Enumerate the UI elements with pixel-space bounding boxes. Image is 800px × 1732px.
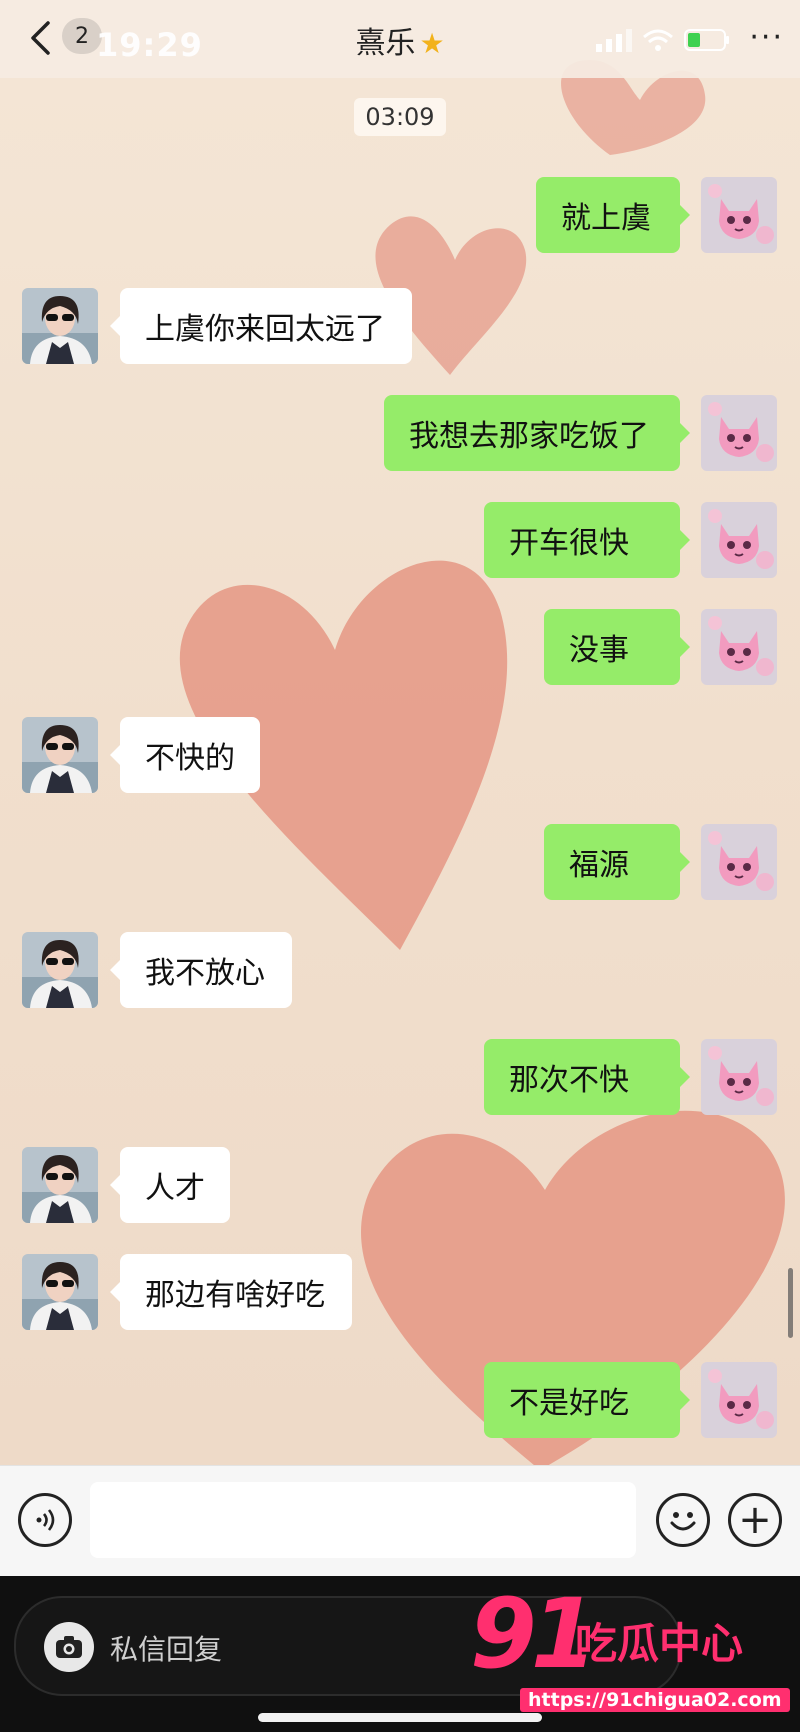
sent-message: 我想去那家吃饭了 xyxy=(0,395,800,471)
user-avatar-cat xyxy=(701,824,777,900)
status-icons xyxy=(594,28,730,52)
camera-button[interactable] xyxy=(44,1622,94,1672)
watermark-logo-text: 吃瓜中心 xyxy=(575,1619,744,1668)
message-bubble[interactable]: 福源 xyxy=(544,824,690,900)
smile-icon xyxy=(670,1512,696,1531)
sent-message: 没事 xyxy=(0,609,800,685)
message-bubble[interactable]: 开车很快 xyxy=(484,502,690,578)
battery-icon xyxy=(684,29,729,51)
signal-icon xyxy=(596,29,632,52)
message-bubble[interactable]: 那次不快 xyxy=(484,1039,690,1115)
chat-header: 2 19:29 熹乐 ★ ··· xyxy=(0,0,800,78)
my-avatar[interactable] xyxy=(701,824,777,900)
received-message: 上虞你来回太远了 xyxy=(0,288,800,364)
contact-avatar[interactable] xyxy=(22,932,98,1008)
sent-message: 开车很快 xyxy=(0,502,800,578)
contact-avatar[interactable] xyxy=(22,717,98,793)
my-avatar[interactable] xyxy=(701,502,777,578)
my-avatar[interactable] xyxy=(701,609,777,685)
user-avatar-cat xyxy=(701,502,777,578)
user-avatar-cat xyxy=(701,395,777,471)
contact-avatar-photo xyxy=(22,1254,98,1330)
my-avatar[interactable] xyxy=(701,1039,777,1115)
my-avatar[interactable] xyxy=(701,1362,777,1438)
wifi-icon xyxy=(643,29,673,51)
contact-avatar-photo xyxy=(22,288,98,364)
more-options-button[interactable]: ··· xyxy=(749,20,784,55)
plus-button[interactable]: + xyxy=(728,1493,782,1547)
voice-button[interactable] xyxy=(18,1493,72,1547)
contact-avatar[interactable] xyxy=(22,1147,98,1223)
contact-avatar[interactable] xyxy=(22,288,98,364)
contact-avatar-photo xyxy=(22,932,98,1008)
message-bubble[interactable]: 那边有啥好吃 xyxy=(110,1254,352,1330)
sent-message: 福源 xyxy=(0,824,800,900)
message-input[interactable] xyxy=(90,1482,636,1558)
message-bubble[interactable]: 人才 xyxy=(110,1147,230,1223)
sent-message: 那次不快 xyxy=(0,1039,800,1115)
sent-message: 就上虞 xyxy=(0,177,800,253)
message-bubble[interactable]: 就上虞 xyxy=(536,177,690,253)
message-bubble[interactable]: 上虞你来回太远了 xyxy=(110,288,412,364)
received-message: 人才 xyxy=(0,1147,800,1223)
message-bubble[interactable]: 我想去那家吃饭了 xyxy=(384,395,690,471)
watermark-url: https://91chigua02.com xyxy=(520,1688,790,1712)
received-message: 那边有啥好吃 xyxy=(0,1254,800,1330)
message-time-stamp: 03:09 xyxy=(354,98,446,136)
reply-placeholder: 私信回复 xyxy=(110,1633,223,1666)
voice-icon xyxy=(36,1509,55,1531)
emoji-button[interactable] xyxy=(656,1493,710,1547)
user-avatar-cat xyxy=(701,177,777,253)
my-avatar[interactable] xyxy=(701,395,777,471)
message-bubble[interactable]: 不是好吃 xyxy=(484,1362,690,1438)
received-message: 不快的 xyxy=(0,717,800,793)
contact-avatar-photo xyxy=(22,717,98,793)
user-avatar-cat xyxy=(701,609,777,685)
received-message: 我不放心 xyxy=(0,932,800,1008)
home-indicator[interactable] xyxy=(258,1713,542,1722)
star-emoji-icon: ★ xyxy=(419,27,445,60)
user-avatar-cat xyxy=(701,1362,777,1438)
message-bubble[interactable]: 没事 xyxy=(544,609,690,685)
message-bubble[interactable]: 不快的 xyxy=(110,717,260,793)
contact-name: 熹乐 xyxy=(355,26,416,61)
user-avatar-cat xyxy=(701,1039,777,1115)
contact-avatar-photo xyxy=(22,1147,98,1223)
message-bubble[interactable]: 我不放心 xyxy=(110,932,292,1008)
camera-icon xyxy=(56,1636,82,1658)
input-bar: + xyxy=(0,1465,800,1576)
scrollbar[interactable] xyxy=(788,1268,793,1338)
contact-avatar[interactable] xyxy=(22,1254,98,1330)
my-avatar[interactable] xyxy=(701,177,777,253)
sent-message: 不是好吃 xyxy=(0,1362,800,1438)
watermark-logo-number: 91 xyxy=(470,1578,598,1690)
